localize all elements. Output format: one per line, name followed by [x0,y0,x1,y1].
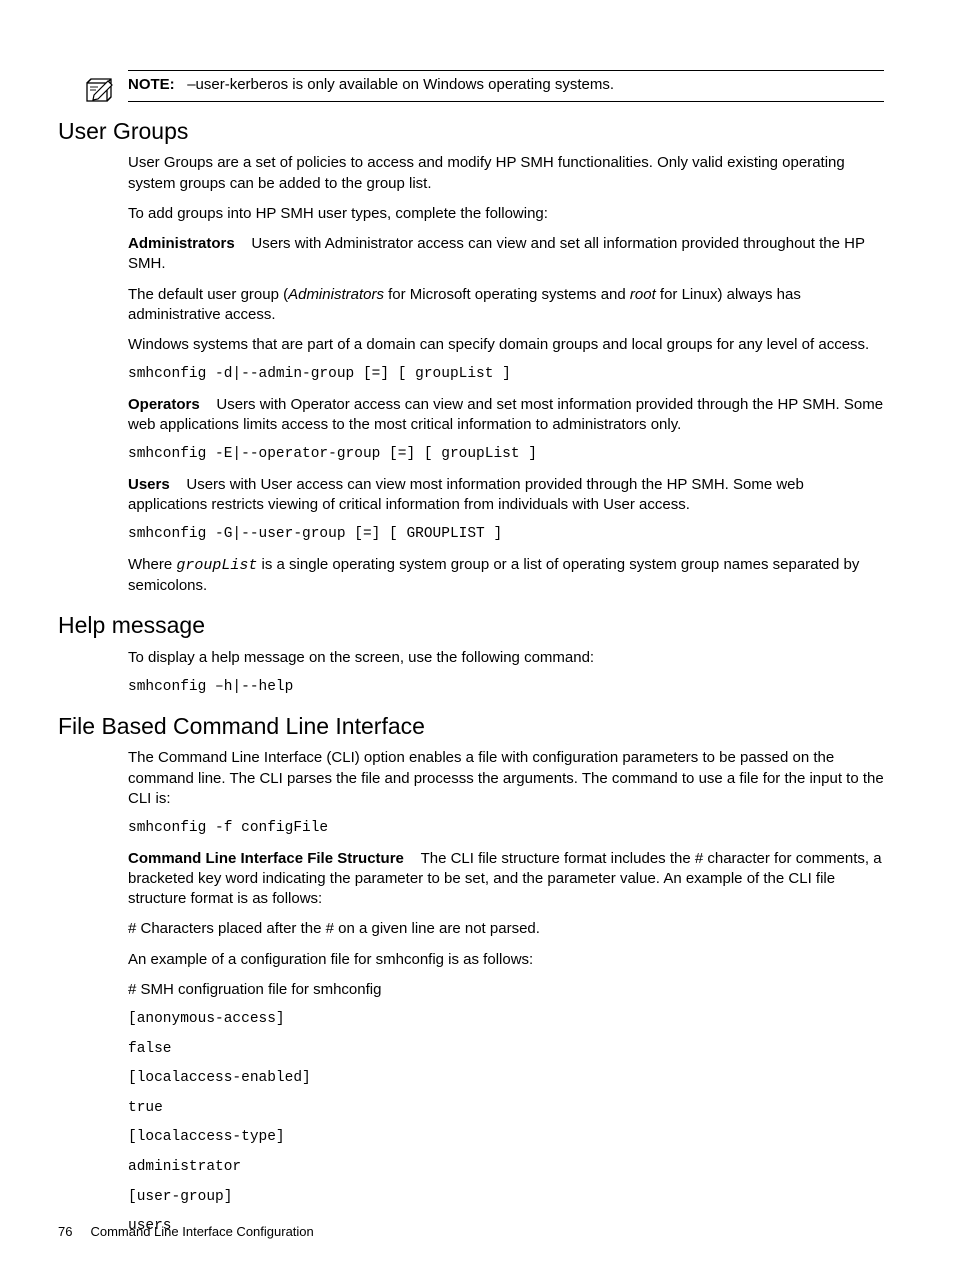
note-pencil-icon [86,77,116,103]
para-default-group: The default user group (Administrators f… [128,285,884,326]
para: To add groups into HP SMH user types, co… [128,204,884,224]
page: NOTE: –user-kerberos is only available o… [0,0,954,1287]
section-help-message: To display a help message on the screen,… [128,648,884,698]
runin-administrators: Administrators [128,235,235,252]
cfg-line: administrator [128,1158,884,1178]
heading-user-groups: User Groups [58,116,884,147]
text: Users with Operator access can view and … [128,396,883,433]
code-admin-group: smhconfig -d|--admin-group [=] [ groupLi… [128,365,884,385]
para: # Characters placed after the # on a giv… [128,919,884,939]
code-user-group: smhconfig -G|--user-group [=] [ GROUPLIS… [128,525,884,545]
text: Users with User access can view most inf… [128,476,804,513]
em-administrators: Administrators [288,286,384,303]
code-help: smhconfig –h|--help [128,678,884,698]
para: To display a help message on the screen,… [128,648,884,668]
para-administrators: Administrators Users with Administrator … [128,234,884,275]
para: Windows systems that are part of a domai… [128,335,884,355]
heading-file-cli: File Based Command Line Interface [58,711,884,742]
cfg-line: true [128,1099,884,1119]
para: The Command Line Interface (CLI) option … [128,748,884,809]
para-users: Users Users with User access can view mo… [128,475,884,516]
para: # SMH configruation file for smhconfig [128,980,884,1000]
cfg-line: [localaccess-type] [128,1128,884,1148]
note-label: NOTE: [128,76,175,93]
text: The default user group ( [128,286,288,303]
section-file-cli: The Command Line Interface (CLI) option … [128,748,884,1236]
para-cli-structure: Command Line Interface File Structure Th… [128,849,884,910]
para-operators: Operators Users with Operator access can… [128,395,884,436]
page-footer: 76 Command Line Interface Configuration [58,1223,314,1241]
para: An example of a configuration file for s… [128,950,884,970]
cfg-line: [user-group] [128,1188,884,1208]
note-body: –user-kerberos is only available on Wind… [187,76,614,93]
runin-cli-structure: Command Line Interface File Structure [128,850,404,867]
em-root: root [630,286,656,303]
text: for Microsoft operating systems and [384,286,630,303]
footer-title: Command Line Interface Configuration [90,1224,313,1239]
code-grouplist: groupList [176,557,257,574]
runin-operators: Operators [128,396,200,413]
note-box: NOTE: –user-kerberos is only available o… [128,70,884,102]
heading-help-message: Help message [58,610,884,641]
page-number: 76 [58,1224,72,1239]
cfg-line: false [128,1040,884,1060]
note-text: NOTE: –user-kerberos is only available o… [128,75,884,95]
para-where: Where groupList is a single operating sy… [128,555,884,597]
cfg-line: [localaccess-enabled] [128,1069,884,1089]
text: Users with Administrator access can view… [128,235,865,272]
code-operator-group: smhconfig -E|--operator-group [=] [ grou… [128,445,884,465]
para: User Groups are a set of policies to acc… [128,153,884,194]
code-configfile: smhconfig -f configFile [128,819,884,839]
cfg-line: [anonymous-access] [128,1010,884,1030]
section-user-groups: User Groups are a set of policies to acc… [128,153,884,596]
runin-users: Users [128,476,170,493]
text: Where [128,556,176,573]
